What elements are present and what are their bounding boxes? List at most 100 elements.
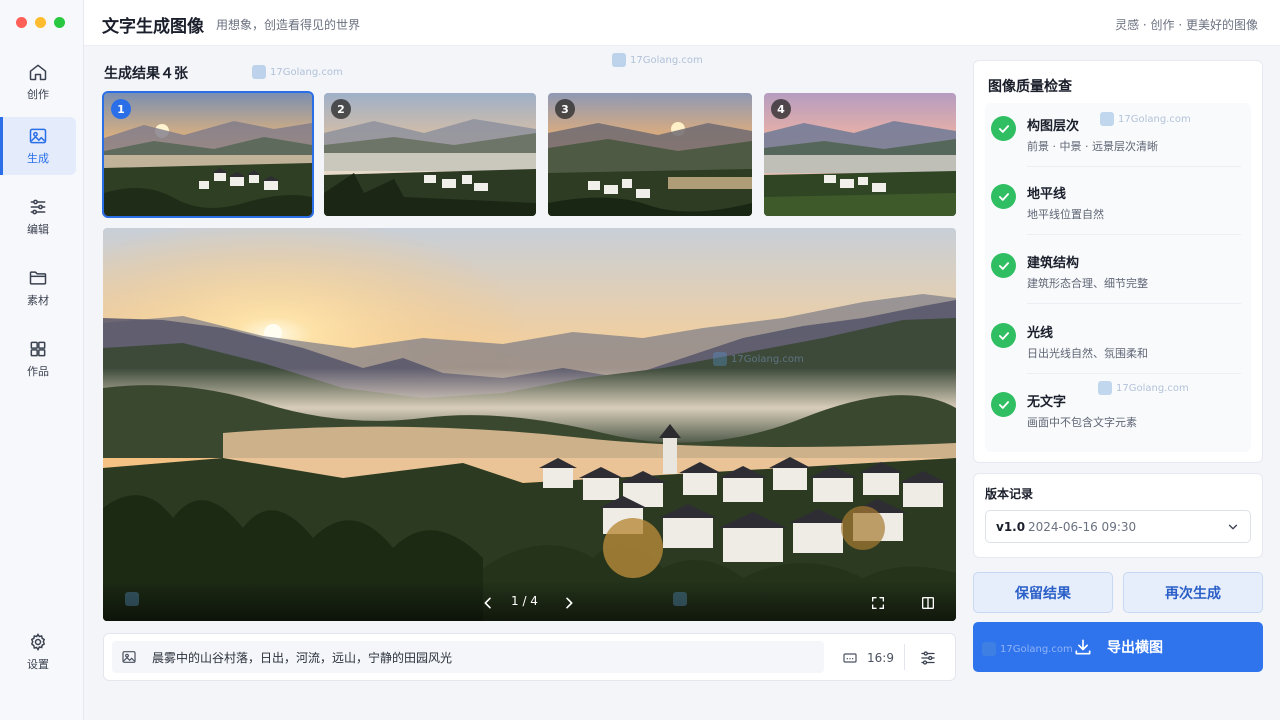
- chevron-down-icon: [1228, 524, 1238, 530]
- sidebar-item-generate[interactable]: 生成: [0, 117, 76, 175]
- sidebar: 创作 生成 编辑 素材 作品 设置: [0, 0, 84, 720]
- quality-item: 光线 日出光线自然、氛围柔和: [985, 310, 1251, 374]
- version-history-panel: 版本记录 v1.0 2024-06-16 09:30: [973, 473, 1263, 558]
- landscape-thumbnail-image: [104, 93, 312, 216]
- prompt-settings-button[interactable]: [919, 649, 939, 667]
- check-circle-icon: [991, 392, 1016, 417]
- results-title: 生成结果４张: [104, 66, 188, 82]
- quality-item-desc: 地平线位置自然: [1027, 208, 1104, 221]
- aspect-ratio-icon: [843, 653, 857, 663]
- fullscreen-button[interactable]: [869, 594, 887, 612]
- thumbnail-number-badge: 1: [111, 99, 131, 119]
- app-subtitle: 用想象，创造看得见的世界: [216, 18, 361, 32]
- aspect-ratio-selector[interactable]: [842, 650, 860, 666]
- version-history-title: 版本记录: [985, 487, 1034, 501]
- header: 文字生成图像 用想象，创造看得见的世界 灵感 · 创作 · 更美好的图像: [84, 0, 1280, 46]
- quality-item-desc: 建筑形态合理、细节完整: [1027, 277, 1148, 290]
- download-icon: [1075, 639, 1091, 655]
- divider: [1027, 373, 1241, 374]
- header-tagline: 灵感 · 创作 · 更美好的图像: [1115, 18, 1258, 32]
- quality-item-name: 地平线: [1027, 187, 1067, 202]
- sidebar-item-edit[interactable]: 编辑: [0, 188, 76, 246]
- sidebar-item-label: 作品: [27, 365, 49, 378]
- sliders-icon: [921, 651, 935, 665]
- sliders-icon: [30, 199, 46, 215]
- quality-check-list: 构图层次 前景 · 中景 · 远景层次清晰 地平线 地平线位置自然 建筑结构 建…: [985, 103, 1251, 452]
- divider: [1027, 303, 1241, 304]
- grid-icon: [30, 341, 46, 357]
- previous-image-button[interactable]: [479, 594, 497, 612]
- image-icon: [122, 651, 136, 663]
- quality-item-desc: 日出光线自然、氛围柔和: [1027, 347, 1148, 360]
- regenerate-button[interactable]: 再次生成: [1123, 572, 1263, 613]
- divider: [1027, 166, 1241, 167]
- landscape-thumbnail-image: [764, 93, 956, 216]
- gear-icon: [30, 633, 46, 651]
- quality-item-desc: 前景 · 中景 · 远景层次清晰: [1027, 140, 1158, 153]
- image-preview[interactable]: 17Golang.com 1 / 4: [103, 228, 956, 621]
- quality-item: 构图层次 前景 · 中景 · 远景层次清晰: [985, 103, 1251, 167]
- home-icon: [29, 64, 47, 81]
- sidebar-item-label: 创作: [27, 88, 49, 101]
- check-circle-icon: [991, 253, 1016, 278]
- divider: [904, 644, 905, 670]
- minimize-window-button[interactable]: [35, 17, 46, 28]
- folder-icon: [29, 271, 47, 285]
- prompt-text: 晨雾中的山谷村落，日出，河流，远山，宁静的田园风光: [152, 651, 453, 665]
- version-date: 2024-06-16 09:30: [1028, 520, 1137, 534]
- sidebar-item-label: 编辑: [27, 223, 49, 236]
- version-name: v1.0: [996, 520, 1026, 534]
- watermark-logo-icon: [612, 53, 626, 67]
- thumbnail-number-badge: 4: [771, 99, 791, 119]
- thumbnail-4[interactable]: 4: [764, 93, 956, 216]
- check-circle-icon: [991, 184, 1016, 209]
- sidebar-item-settings[interactable]: 设置: [0, 623, 76, 681]
- prompt-input[interactable]: 晨雾中的山谷村落，日出，河流，远山，宁静的田园风光: [112, 641, 824, 673]
- sidebar-item-label: 生成: [27, 152, 49, 165]
- watermark-logo-icon: [252, 65, 266, 79]
- quality-item-name: 光线: [1027, 326, 1054, 341]
- sidebar-item-label: 设置: [27, 658, 49, 671]
- next-image-button[interactable]: [560, 594, 578, 612]
- sidebar-item-label: 素材: [27, 294, 49, 307]
- page-indicator: 1 / 4: [511, 594, 538, 608]
- export-button[interactable]: 导出横图: [973, 622, 1263, 672]
- keep-result-button[interactable]: 保留结果: [973, 572, 1113, 613]
- chevron-left-icon: [484, 597, 491, 609]
- quality-check-panel: 图像质量检查 构图层次 前景 · 中景 · 远景层次清晰 地平线 地平线位置自然…: [973, 60, 1263, 463]
- quality-item-name: 构图层次: [1027, 119, 1080, 134]
- watermark: 17Golang.com: [252, 65, 343, 79]
- sidebar-item-works[interactable]: 作品: [0, 330, 76, 388]
- version-select[interactable]: v1.0 2024-06-16 09:30: [985, 510, 1251, 543]
- app-title: 文字生成图像: [102, 17, 204, 37]
- landscape-thumbnail-image: [324, 93, 536, 216]
- chevron-right-icon: [566, 597, 573, 609]
- quality-item: 建筑结构 建筑形态合理、细节完整: [985, 240, 1251, 304]
- quality-item-name: 无文字: [1027, 395, 1067, 410]
- check-circle-icon: [991, 323, 1016, 348]
- aspect-ratio-value[interactable]: 16:9: [867, 651, 894, 665]
- thumbnail-3[interactable]: 3: [548, 93, 752, 216]
- export-button-label: 导出横图: [1107, 640, 1163, 656]
- thumbnail-1[interactable]: 1: [102, 91, 314, 218]
- quality-item-name: 建筑结构: [1027, 256, 1080, 271]
- watermark: 17Golang.com: [612, 53, 703, 67]
- thumbnail-2[interactable]: 2: [324, 93, 536, 216]
- sidebar-item-create[interactable]: 创作: [0, 53, 76, 111]
- compare-button[interactable]: [919, 594, 937, 612]
- window-controls: [16, 17, 65, 28]
- divider: [1027, 234, 1241, 235]
- sidebar-item-assets[interactable]: 素材: [0, 259, 76, 317]
- maximize-window-button[interactable]: [54, 17, 65, 28]
- split-view-icon: [922, 597, 934, 609]
- landscape-preview-image: [103, 228, 956, 621]
- landscape-thumbnail-image: [548, 93, 752, 216]
- close-window-button[interactable]: [16, 17, 27, 28]
- quality-item: 无文字 画面中不包含文字元素: [985, 379, 1251, 443]
- thumbnail-number-badge: 2: [331, 99, 351, 119]
- check-circle-icon: [991, 116, 1016, 141]
- quality-item-desc: 画面中不包含文字元素: [1027, 416, 1137, 429]
- image-icon: [29, 128, 47, 144]
- app-window: 创作 生成 编辑 素材 作品 设置 文字生成图像 用想象，创造看得见的世界 灵感…: [0, 0, 1280, 720]
- quality-item: 地平线 地平线位置自然: [985, 171, 1251, 235]
